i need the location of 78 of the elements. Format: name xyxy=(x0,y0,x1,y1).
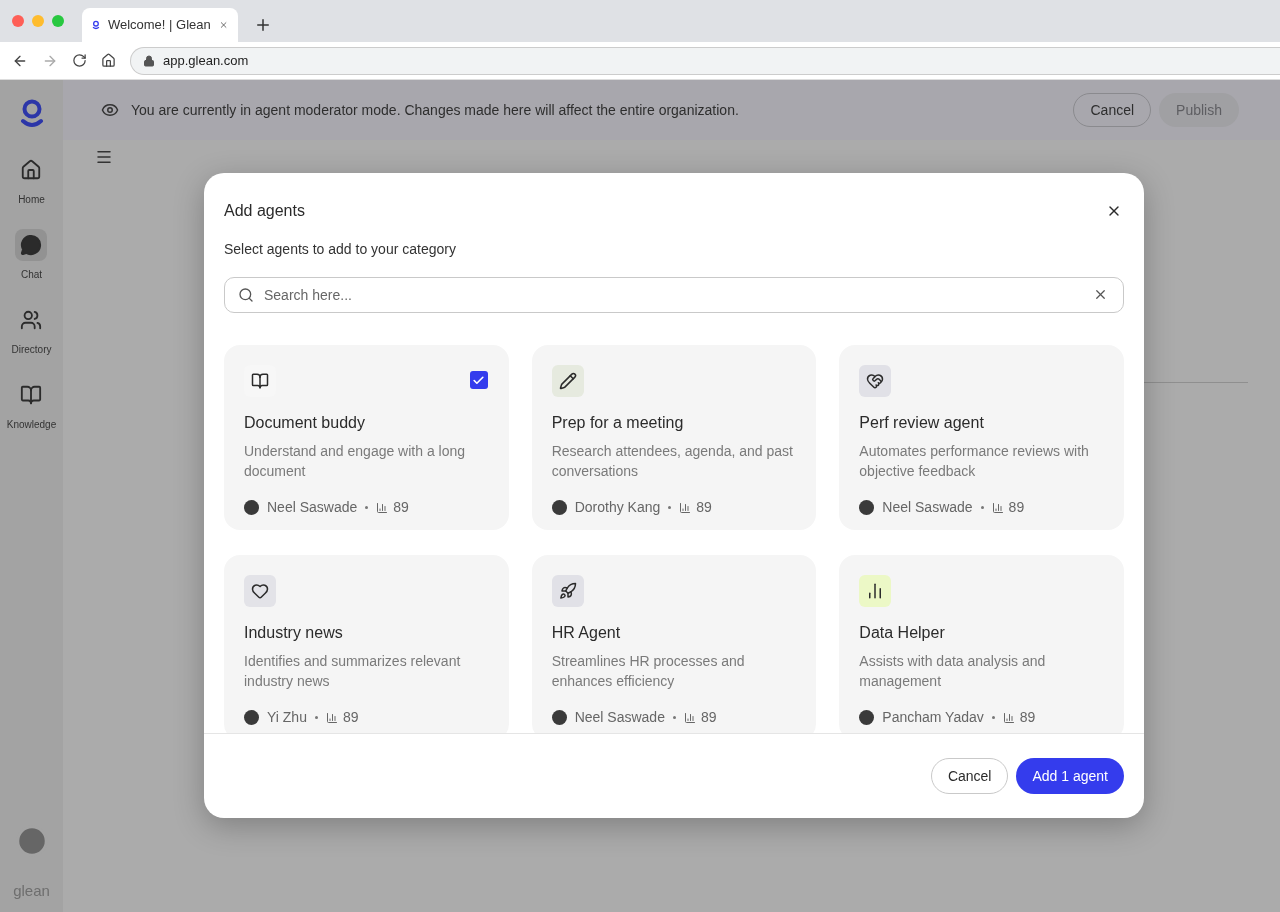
checkbox[interactable] xyxy=(469,371,488,389)
bar-chart-icon xyxy=(991,501,1004,514)
agent-description: Streamlines HR processes and enhances efficiency xyxy=(551,652,746,691)
new-tab-icon[interactable] xyxy=(254,16,272,34)
author-name: Yi Zhu xyxy=(267,708,307,727)
bar-chart-icon xyxy=(325,711,338,724)
agent-name: Data Helper xyxy=(859,623,946,643)
logo-icon xyxy=(19,98,44,128)
author-avatar xyxy=(859,500,875,515)
home-icon xyxy=(20,159,43,181)
agent-name: HR Agent xyxy=(551,623,622,643)
author-name: Neel Saswade xyxy=(882,498,973,517)
search-icon xyxy=(238,287,254,303)
agent-description: Assists with data analysis and management xyxy=(859,652,1047,691)
usage-count: 89 xyxy=(696,498,712,517)
usage-count: 89 xyxy=(1008,498,1025,517)
lock-icon xyxy=(143,54,155,67)
agent-name: Prep for a meeting xyxy=(551,413,685,433)
bar-chart-icon xyxy=(679,501,692,514)
url-text: app.glean.com xyxy=(163,51,249,70)
dialog-subtitle: Select agents to add to your category xyxy=(224,240,457,259)
author-avatar xyxy=(244,500,259,515)
agent-description: Research attendees, agenda, and past conversations xyxy=(551,442,794,481)
author-name: Pancham Yadav xyxy=(882,708,984,727)
author-avatar xyxy=(551,500,567,515)
address-bar[interactable]: app.glean.com xyxy=(130,46,1280,75)
sidebar-item-label[interactable]: Knowledge xyxy=(6,417,57,432)
home-icon[interactable] xyxy=(101,53,116,68)
dialog-title: Add agents xyxy=(224,201,305,221)
agent-card[interactable]: HR Agent Streamlines HR processes and enhances efficiency Neel Saswade 89 xyxy=(531,555,817,733)
agent-name: Industry news xyxy=(244,623,344,643)
eye-icon xyxy=(101,101,119,119)
people-icon xyxy=(20,309,43,331)
bar-chart-icon xyxy=(376,501,389,514)
bar-chart-icon xyxy=(1002,711,1015,724)
cancel-button[interactable]: Cancel xyxy=(930,758,1009,794)
clear-icon[interactable] xyxy=(1093,287,1108,302)
author-name: Dorothy Kang xyxy=(574,498,661,517)
heart-handshake-icon xyxy=(866,372,885,390)
author-name: Neel Saswade xyxy=(574,708,665,727)
browser-tab[interactable]: Welcome! | Glean xyxy=(82,8,238,42)
author-avatar xyxy=(859,710,875,725)
agent-name: Document buddy xyxy=(244,413,366,433)
author-avatar xyxy=(244,710,259,725)
agent-card[interactable]: Data Helper Assists with data analysis and management Pancham Yadav 89 xyxy=(839,555,1124,733)
agent-card[interactable]: Prep for a meeting Research attendees, agenda, and past conversations Dorothy Kang 89 xyxy=(531,345,817,530)
banner-message: You are currently in agent moderator mode. Changes made here will affect the entire organization. xyxy=(131,100,740,120)
usage-count: 89 xyxy=(1019,708,1036,727)
usage-count: 89 xyxy=(342,708,359,727)
rocket-icon xyxy=(558,582,577,600)
agent-description: Understand and engage with a long document xyxy=(244,442,467,481)
chat-bubble-icon xyxy=(20,234,43,256)
agent-card[interactable]: Document buddy Understand and engage with a long document Neel Saswade 89 xyxy=(224,345,509,530)
agent-card[interactable]: Perf review agent Automates performance reviews with objective feedback Neel Saswade 89 xyxy=(839,345,1124,530)
usage-count: 89 xyxy=(700,708,717,727)
pencil-icon xyxy=(558,372,577,390)
heart-icon xyxy=(251,582,269,600)
menu-icon[interactable] xyxy=(95,148,113,166)
logo-icon xyxy=(92,18,100,32)
sidebar-item-tile[interactable] xyxy=(15,229,48,261)
author-avatar xyxy=(551,710,567,725)
agent-description: Automates performance reviews with objective feedback xyxy=(859,442,1090,481)
author-name: Neel Saswade xyxy=(267,498,358,517)
book-icon xyxy=(251,372,269,390)
agent-card[interactable]: Industry news Identifies and summarizes relevant industry news Yi Zhu 89 xyxy=(224,555,509,733)
check-icon xyxy=(472,373,486,387)
add-agent-button[interactable]: Add 1 agent xyxy=(1016,758,1124,794)
book-icon xyxy=(20,384,43,406)
bar-chart-icon xyxy=(683,711,696,724)
usage-count: 89 xyxy=(393,498,409,517)
tab-title: Welcome! | Glean xyxy=(107,16,211,35)
agent-name: Perf review agent xyxy=(859,413,985,433)
sidebar-item-label[interactable]: Chat xyxy=(20,267,43,282)
reload-icon[interactable] xyxy=(72,53,87,68)
search-field[interactable]: Search here... xyxy=(224,277,1124,313)
sidebar-item-label[interactable]: Directory xyxy=(11,342,52,357)
sidebar-item-label[interactable]: Home xyxy=(18,192,45,207)
agent-description: Identifies and summarizes relevant industry news xyxy=(244,652,462,691)
